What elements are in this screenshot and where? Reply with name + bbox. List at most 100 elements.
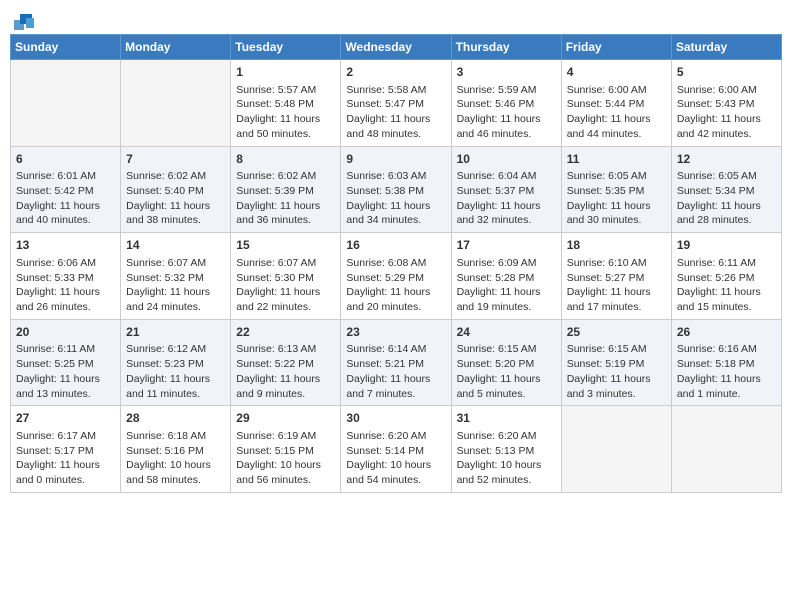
calendar-cell: 30 Sunrise: 6:20 AM Sunset: 5:14 PM Dayli…: [341, 406, 451, 493]
day-info: Sunrise: 6:05 AM Sunset: 5:35 PM Dayligh…: [567, 169, 666, 228]
calendar-cell: 17 Sunrise: 6:09 AM Sunset: 5:28 PM Dayli…: [451, 233, 561, 320]
header-cell-saturday: Saturday: [671, 35, 781, 60]
day-info: Sunrise: 6:06 AM Sunset: 5:33 PM Dayligh…: [16, 256, 115, 315]
calendar-cell: 14 Sunrise: 6:07 AM Sunset: 5:32 PM Dayli…: [121, 233, 231, 320]
calendar-cell: 19Sunrise: 6:11 AM Sunset: 5:26 PM Dayli…: [671, 233, 781, 320]
day-number: 31: [457, 410, 556, 427]
day-info: Sunrise: 5:59 AM Sunset: 5:46 PM Dayligh…: [457, 83, 556, 142]
calendar-cell: [11, 60, 121, 147]
day-info: Sunrise: 6:07 AM Sunset: 5:32 PM Dayligh…: [126, 256, 225, 315]
day-number: 24: [457, 324, 556, 341]
calendar-cell: 27Sunrise: 6:17 AM Sunset: 5:17 PM Dayli…: [11, 406, 121, 493]
day-info: Sunrise: 6:07 AM Sunset: 5:30 PM Dayligh…: [236, 256, 335, 315]
day-info: Sunrise: 6:16 AM Sunset: 5:18 PM Dayligh…: [677, 342, 776, 401]
calendar-cell: 26Sunrise: 6:16 AM Sunset: 5:18 PM Dayli…: [671, 319, 781, 406]
header-cell-monday: Monday: [121, 35, 231, 60]
day-number: 10: [457, 151, 556, 168]
calendar-cell: 5 Sunrise: 6:00 AM Sunset: 5:43 PM Daylig…: [671, 60, 781, 147]
calendar-table: SundayMondayTuesdayWednesdayThursdayFrid…: [10, 34, 782, 493]
header-cell-wednesday: Wednesday: [341, 35, 451, 60]
page-header: [10, 10, 782, 28]
calendar-cell: [121, 60, 231, 147]
day-number: 3: [457, 64, 556, 81]
day-info: Sunrise: 5:57 AM Sunset: 5:48 PM Dayligh…: [236, 83, 335, 142]
day-number: 16: [346, 237, 445, 254]
calendar-cell: 23Sunrise: 6:14 AM Sunset: 5:21 PM Dayli…: [341, 319, 451, 406]
day-number: 1: [236, 64, 335, 81]
day-info: Sunrise: 6:17 AM Sunset: 5:17 PM Dayligh…: [16, 429, 115, 488]
day-number: 8: [236, 151, 335, 168]
day-info: Sunrise: 6:15 AM Sunset: 5:19 PM Dayligh…: [567, 342, 666, 401]
calendar-cell: 16 Sunrise: 6:08 AM Sunset: 5:29 PM Dayli…: [341, 233, 451, 320]
day-number: 13: [16, 237, 115, 254]
day-info: Sunrise: 6:00 AM Sunset: 5:44 PM Dayligh…: [567, 83, 666, 142]
day-number: 15: [236, 237, 335, 254]
day-info: Sunrise: 6:00 AM Sunset: 5:43 PM Dayligh…: [677, 83, 776, 142]
day-number: 18: [567, 237, 666, 254]
day-info: Sunrise: 6:19 AM Sunset: 5:15 PM Dayligh…: [236, 429, 335, 488]
calendar-cell: 13 Sunrise: 6:06 AM Sunset: 5:33 PM Dayli…: [11, 233, 121, 320]
day-info: Sunrise: 5:58 AM Sunset: 5:47 PM Dayligh…: [346, 83, 445, 142]
day-info: Sunrise: 6:10 AM Sunset: 5:27 PM Dayligh…: [567, 256, 666, 315]
day-info: Sunrise: 6:20 AM Sunset: 5:13 PM Dayligh…: [457, 429, 556, 488]
calendar-cell: 29 Sunrise: 6:19 AM Sunset: 5:15 PM Dayli…: [231, 406, 341, 493]
day-info: Sunrise: 6:09 AM Sunset: 5:28 PM Dayligh…: [457, 256, 556, 315]
day-number: 26: [677, 324, 776, 341]
day-info: Sunrise: 6:02 AM Sunset: 5:40 PM Dayligh…: [126, 169, 225, 228]
day-info: Sunrise: 6:11 AM Sunset: 5:25 PM Dayligh…: [16, 342, 115, 401]
calendar-cell: 11Sunrise: 6:05 AM Sunset: 5:35 PM Dayli…: [561, 146, 671, 233]
day-number: 5: [677, 64, 776, 81]
day-info: Sunrise: 6:03 AM Sunset: 5:38 PM Dayligh…: [346, 169, 445, 228]
calendar-cell: 3 Sunrise: 5:59 AM Sunset: 5:46 PM Daylig…: [451, 60, 561, 147]
header-row: SundayMondayTuesdayWednesdayThursdayFrid…: [11, 35, 782, 60]
day-info: Sunrise: 6:04 AM Sunset: 5:37 PM Dayligh…: [457, 169, 556, 228]
day-info: Sunrise: 6:01 AM Sunset: 5:42 PM Dayligh…: [16, 169, 115, 228]
calendar-cell: 12Sunrise: 6:05 AM Sunset: 5:34 PM Dayli…: [671, 146, 781, 233]
day-info: Sunrise: 6:18 AM Sunset: 5:16 PM Dayligh…: [126, 429, 225, 488]
day-info: Sunrise: 6:12 AM Sunset: 5:23 PM Dayligh…: [126, 342, 225, 401]
calendar-cell: 2 Sunrise: 5:58 AM Sunset: 5:47 PM Daylig…: [341, 60, 451, 147]
calendar-week-3: 13 Sunrise: 6:06 AM Sunset: 5:33 PM Dayli…: [11, 233, 782, 320]
calendar-cell: 8Sunrise: 6:02 AM Sunset: 5:39 PM Daylig…: [231, 146, 341, 233]
day-number: 28: [126, 410, 225, 427]
calendar-cell: 28 Sunrise: 6:18 AM Sunset: 5:16 PM Dayli…: [121, 406, 231, 493]
calendar-cell: 20Sunrise: 6:11 AM Sunset: 5:25 PM Dayli…: [11, 319, 121, 406]
day-info: Sunrise: 6:14 AM Sunset: 5:21 PM Dayligh…: [346, 342, 445, 401]
calendar-cell: 15 Sunrise: 6:07 AM Sunset: 5:30 PM Dayli…: [231, 233, 341, 320]
day-info: Sunrise: 6:13 AM Sunset: 5:22 PM Dayligh…: [236, 342, 335, 401]
day-number: 6: [16, 151, 115, 168]
calendar-cell: 21Sunrise: 6:12 AM Sunset: 5:23 PM Dayli…: [121, 319, 231, 406]
calendar-cell: 31 Sunrise: 6:20 AM Sunset: 5:13 PM Dayli…: [451, 406, 561, 493]
header-cell-tuesday: Tuesday: [231, 35, 341, 60]
day-number: 29: [236, 410, 335, 427]
day-number: 12: [677, 151, 776, 168]
calendar-cell: 6Sunrise: 6:01 AM Sunset: 5:42 PM Daylig…: [11, 146, 121, 233]
header-cell-friday: Friday: [561, 35, 671, 60]
calendar-week-4: 20Sunrise: 6:11 AM Sunset: 5:25 PM Dayli…: [11, 319, 782, 406]
day-info: Sunrise: 6:08 AM Sunset: 5:29 PM Dayligh…: [346, 256, 445, 315]
day-number: 22: [236, 324, 335, 341]
day-number: 11: [567, 151, 666, 168]
day-number: 14: [126, 237, 225, 254]
day-number: 9: [346, 151, 445, 168]
calendar-cell: 9Sunrise: 6:03 AM Sunset: 5:38 PM Daylig…: [341, 146, 451, 233]
header-cell-thursday: Thursday: [451, 35, 561, 60]
day-number: 20: [16, 324, 115, 341]
day-info: Sunrise: 6:05 AM Sunset: 5:34 PM Dayligh…: [677, 169, 776, 228]
day-info: Sunrise: 6:20 AM Sunset: 5:14 PM Dayligh…: [346, 429, 445, 488]
day-number: 21: [126, 324, 225, 341]
calendar-week-2: 6Sunrise: 6:01 AM Sunset: 5:42 PM Daylig…: [11, 146, 782, 233]
calendar-cell: 7Sunrise: 6:02 AM Sunset: 5:40 PM Daylig…: [121, 146, 231, 233]
day-number: 25: [567, 324, 666, 341]
header-cell-sunday: Sunday: [11, 35, 121, 60]
day-number: 2: [346, 64, 445, 81]
calendar-cell: [561, 406, 671, 493]
day-number: 23: [346, 324, 445, 341]
day-info: Sunrise: 6:02 AM Sunset: 5:39 PM Dayligh…: [236, 169, 335, 228]
day-number: 4: [567, 64, 666, 81]
logo-icon: [12, 10, 34, 32]
day-number: 17: [457, 237, 556, 254]
calendar-cell: 24Sunrise: 6:15 AM Sunset: 5:20 PM Dayli…: [451, 319, 561, 406]
day-info: Sunrise: 6:11 AM Sunset: 5:26 PM Dayligh…: [677, 256, 776, 315]
day-number: 30: [346, 410, 445, 427]
